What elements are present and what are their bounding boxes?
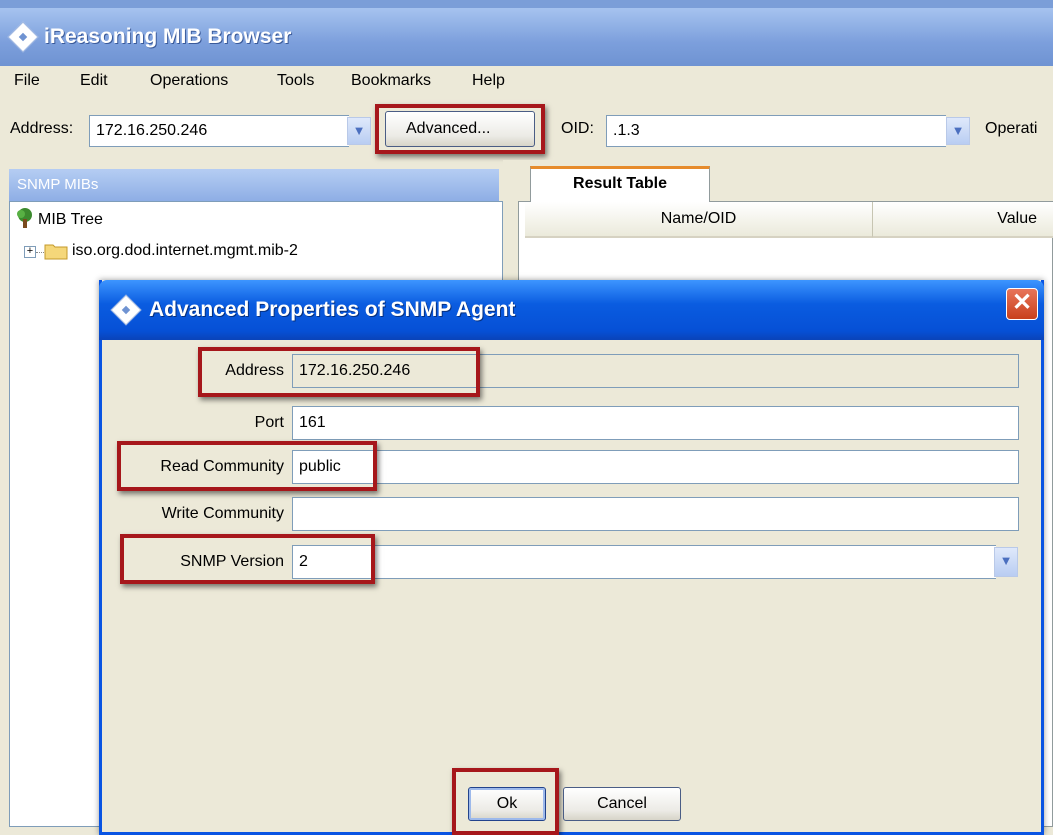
- oid-field[interactable]: .1.3: [606, 115, 946, 147]
- expand-plus-icon[interactable]: +: [24, 246, 36, 258]
- tab-result-table[interactable]: Result Table: [530, 166, 710, 202]
- write-community-field[interactable]: [292, 497, 1019, 531]
- dialog-title-bar: Advanced Properties of SNMP Agent: [99, 280, 1044, 340]
- address-highlight: [198, 347, 480, 397]
- read-community-highlight: [117, 441, 377, 491]
- address-label: Address:: [10, 120, 74, 137]
- dialog-title: Advanced Properties of SNMP Agent: [149, 298, 516, 321]
- window-title-bar: iReasoning MIB Browser: [0, 8, 1053, 66]
- dialog-app-icon: [110, 294, 142, 326]
- chevron-down-icon: ▼: [951, 123, 965, 138]
- column-header-name-oid[interactable]: Name/OID: [525, 202, 873, 238]
- mib-tree-node[interactable]: iso.org.dod.internet.mgmt.mib-2: [72, 242, 298, 260]
- mib-tree-root-label[interactable]: MIB Tree: [38, 211, 103, 229]
- snmp-version-highlight: [120, 534, 375, 584]
- read-community-field[interactable]: public: [292, 450, 1019, 484]
- window-title: iReasoning MIB Browser: [44, 25, 292, 48]
- ok-button-highlight: [452, 768, 559, 835]
- port-field-label: Port: [254, 414, 284, 431]
- advanced-button-highlight: [375, 104, 545, 154]
- close-icon: ✕: [1011, 289, 1033, 316]
- write-community-label: Write Community: [161, 505, 284, 522]
- menu-file[interactable]: File: [14, 66, 40, 96]
- chevron-down-icon: ▼: [352, 123, 366, 138]
- column-header-value[interactable]: Value: [873, 202, 1053, 238]
- cancel-button[interactable]: Cancel: [563, 787, 681, 821]
- tree-connector: [36, 252, 44, 253]
- menu-tools[interactable]: Tools: [277, 66, 314, 96]
- snmp-version-select[interactable]: 2: [292, 545, 996, 579]
- menu-operations[interactable]: Operations: [150, 66, 228, 96]
- menu-edit[interactable]: Edit: [80, 66, 108, 96]
- oid-dropdown-button[interactable]: ▼: [946, 117, 970, 145]
- oid-label: OID:: [561, 120, 594, 137]
- menu-bar: File Edit Operations Tools Bookmarks Hel…: [0, 66, 1053, 96]
- menu-bookmarks[interactable]: Bookmarks: [351, 66, 431, 96]
- folder-icon: [44, 242, 68, 260]
- address-combo-field[interactable]: 172.16.250.246: [89, 115, 349, 147]
- tree-icon: [14, 208, 36, 228]
- operations-label: Operati: [985, 120, 1038, 137]
- app-icon: [7, 21, 39, 53]
- menu-help[interactable]: Help: [472, 66, 505, 96]
- snmp-mibs-header: SNMP MIBs: [9, 169, 499, 201]
- port-field[interactable]: 161: [292, 406, 1019, 440]
- snmp-version-dropdown-button[interactable]: ▼: [994, 547, 1018, 577]
- chevron-down-icon: ▼: [999, 553, 1013, 568]
- close-button[interactable]: ✕: [1006, 288, 1038, 320]
- address-dropdown-button[interactable]: ▼: [347, 117, 371, 145]
